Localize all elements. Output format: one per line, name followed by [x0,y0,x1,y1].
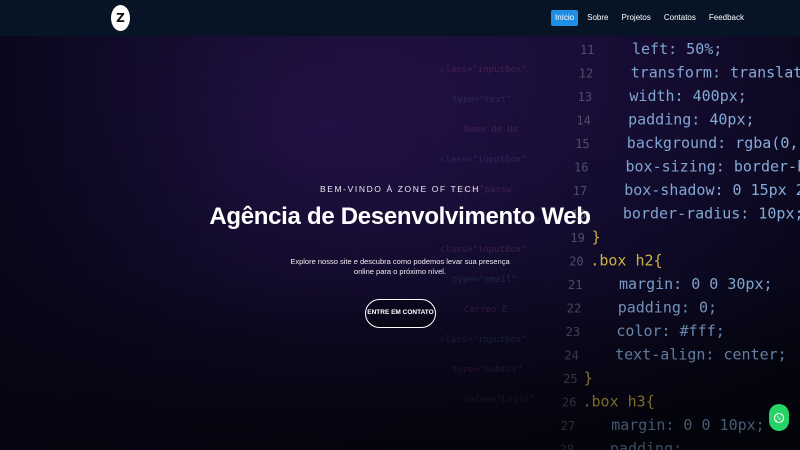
whatsapp-button[interactable] [769,404,789,431]
hero-title: Agência de Desenvolvimento Web [209,203,591,230]
contact-button[interactable]: ENTRE EM CONTATO [365,299,436,328]
hero-kicker: BEM-VINDO À ZONE OF TECH [319,184,481,194]
nav-item-inicio[interactable]: Início [551,10,579,26]
navbar: Z Início Sobre Projetos Contatos Feedbac… [0,0,800,36]
hero-content: BEM-VINDO À ZONE OF TECH Agência de Dese… [0,0,800,450]
nav-item-projetos[interactable]: Projetos [617,10,654,26]
hero-description: Explore nosso site e descubra como podem… [290,257,510,276]
nav-item-contatos[interactable]: Contatos [660,10,700,26]
nav-menu: Início Sobre Projetos Contatos Feedback [551,10,753,26]
nav-item-feedback[interactable]: Feedback [705,10,748,26]
nav-item-sobre[interactable]: Sobre [583,10,612,26]
whatsapp-icon [773,412,785,423]
brand-logo[interactable]: Z [111,5,130,31]
